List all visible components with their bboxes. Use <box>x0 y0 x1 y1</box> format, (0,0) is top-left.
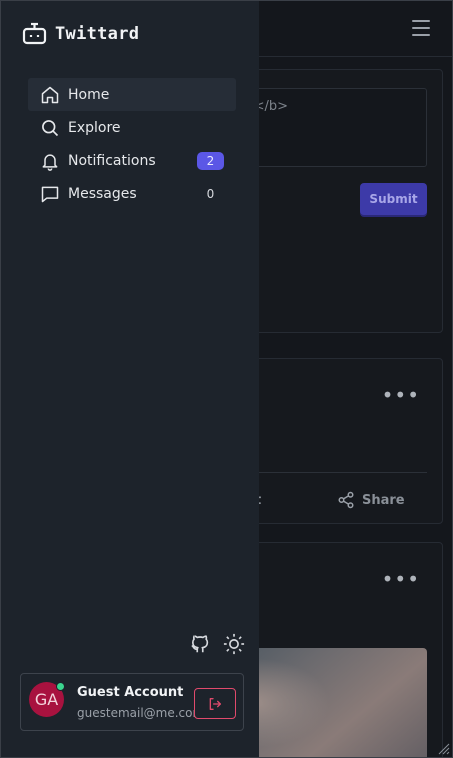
app-window: </b> Submit ••• t Share ••• Twittard <box>0 0 453 758</box>
nav-item-home[interactable]: Home <box>28 78 236 111</box>
github-icon[interactable] <box>189 633 211 655</box>
robot-icon <box>22 22 47 45</box>
notifications-badge: 2 <box>197 152 224 170</box>
share-button[interactable]: Share <box>337 491 405 509</box>
nav-item-messages[interactable]: Messages 0 <box>28 177 236 210</box>
bell-icon <box>40 151 60 171</box>
more-options-icon[interactable]: ••• <box>382 385 420 405</box>
nav-item-notifications[interactable]: Notifications 2 <box>28 144 236 177</box>
account-card: GA Guest Account guestemail@me.com <box>20 673 244 731</box>
account-name: Guest Account <box>77 685 184 700</box>
resize-grip-icon[interactable] <box>438 743 450 755</box>
nav-item-label: Explore <box>68 119 121 136</box>
more-options-icon[interactable]: ••• <box>382 569 420 589</box>
account-email: guestemail@me.com <box>77 706 195 720</box>
side-drawer: Twittard Home Explore Notifications 2 Me… <box>1 1 259 757</box>
nav-item-explore[interactable]: Explore <box>28 111 236 144</box>
search-icon <box>40 118 60 138</box>
chat-icon <box>40 184 60 204</box>
utility-icons <box>189 633 245 655</box>
main-nav: Home Explore Notifications 2 Messages 0 <box>28 78 236 210</box>
nav-item-label: Home <box>68 86 110 103</box>
logout-icon <box>209 697 221 710</box>
nav-item-label: Notifications <box>68 152 156 169</box>
share-label: Share <box>362 492 405 508</box>
app-logo[interactable]: Twittard <box>22 22 139 46</box>
submit-button[interactable]: Submit <box>360 183 427 215</box>
logout-button[interactable] <box>194 688 236 719</box>
sun-icon[interactable] <box>223 633 245 655</box>
share-icon <box>338 491 354 509</box>
messages-badge: 0 <box>206 187 215 201</box>
online-status-dot <box>56 682 65 691</box>
nav-item-label: Messages <box>68 185 137 202</box>
hamburger-menu-icon[interactable] <box>412 20 430 36</box>
app-name: Twittard <box>55 24 140 44</box>
home-icon <box>40 85 60 105</box>
